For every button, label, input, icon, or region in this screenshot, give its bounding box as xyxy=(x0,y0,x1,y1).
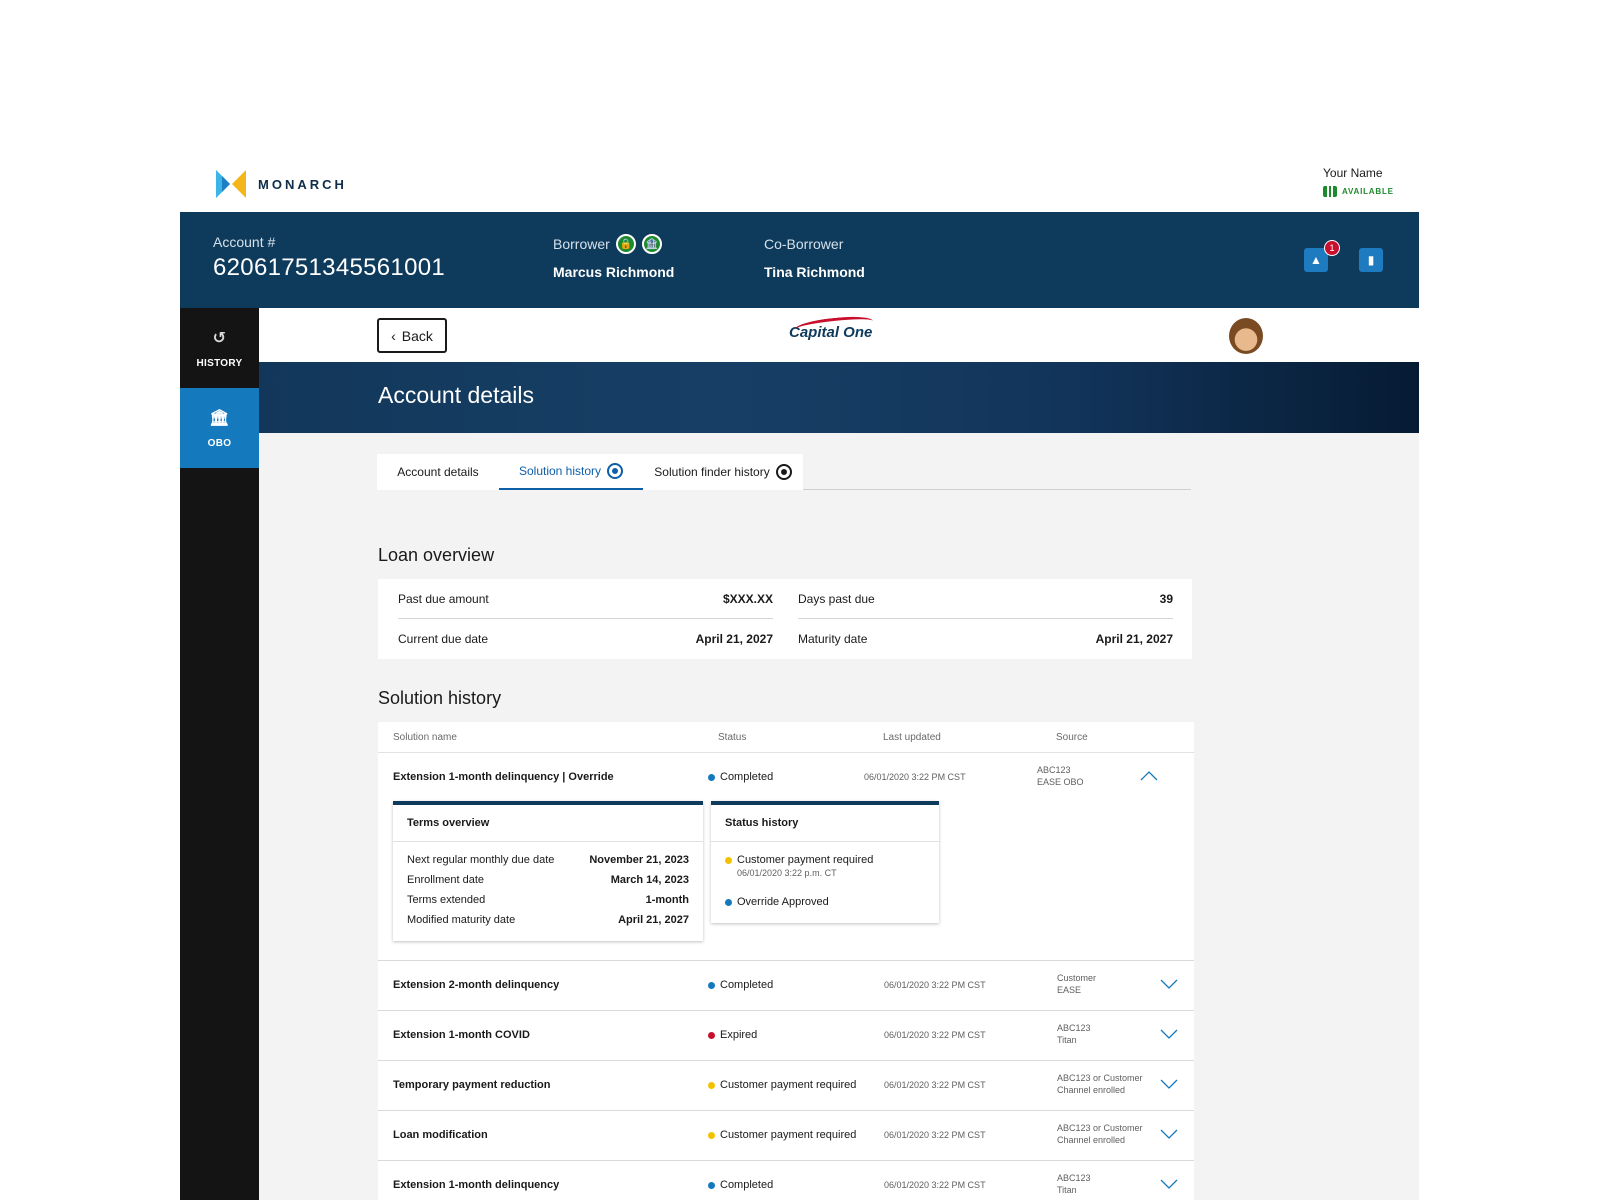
status-dot xyxy=(708,1181,715,1189)
chevron-down-icon[interactable] xyxy=(1160,1176,1178,1194)
status-history-title: Status history xyxy=(711,805,939,842)
status-dot xyxy=(725,898,732,906)
column-header: Status xyxy=(718,732,747,743)
status-dot xyxy=(708,773,715,781)
agent-icon xyxy=(775,464,792,480)
butterfly-logo-icon xyxy=(216,170,246,198)
coborrower-label: Co-Borrower xyxy=(764,236,844,252)
documents-button[interactable]: ▮ xyxy=(1359,248,1383,272)
borrower-label: Borrower xyxy=(553,236,610,252)
overview-row: Current due date April 21, 2027 xyxy=(398,632,773,646)
sidebar-item-label: HISTORY xyxy=(196,357,243,369)
chevron-left-icon: ‹ xyxy=(391,327,396,344)
top-strip: ‹ Back Capital One xyxy=(259,308,1419,362)
status-dot xyxy=(708,1031,715,1039)
table-row[interactable]: Extension 2-month delinquency Completed … xyxy=(378,960,1194,1010)
notifications-button[interactable]: ▲ 1 xyxy=(1304,240,1340,272)
column-header: Last updated xyxy=(883,732,941,743)
terms-overview-card: Terms overview Next regular monthly due … xyxy=(393,801,703,941)
avatar[interactable] xyxy=(1229,318,1263,354)
main-content: ‹ Back Capital One Account details Accou… xyxy=(259,308,1419,1200)
overview-row: Maturity date April 21, 2027 xyxy=(798,632,1173,646)
coborrower-name: Tina Richmond xyxy=(764,264,865,280)
status-dot xyxy=(708,1081,715,1089)
account-number: 62061751345561001 xyxy=(213,254,446,281)
page-title: Account details xyxy=(378,382,534,408)
status-dot xyxy=(708,1131,715,1139)
app-window: MONARCH Your Name AVAILABLE Account # 62… xyxy=(180,0,1419,1200)
notification-count-badge: 1 xyxy=(1324,240,1340,256)
brand-name: MONARCH xyxy=(258,176,347,192)
lock-icon[interactable]: 🔒 xyxy=(615,234,636,254)
status-history-item: Customer payment required 06/01/2020 3:2… xyxy=(711,854,939,878)
solution-name: Extension 1-month delinquency | Override xyxy=(393,771,614,783)
borrower-block: Borrower 🔒 🏦 Marcus Richmond xyxy=(553,234,674,280)
chevron-down-icon[interactable] xyxy=(1160,1076,1178,1094)
account-header: Account # 62061751345561001 Borrower 🔒 🏦… xyxy=(180,212,1419,308)
borrower-name: Marcus Richmond xyxy=(553,264,675,280)
account-label: Account # xyxy=(213,234,276,250)
user-status-menu[interactable]: Your Name AVAILABLE xyxy=(1323,166,1394,197)
history-icon: ↺ xyxy=(212,329,227,347)
back-label: Back xyxy=(401,327,433,344)
solution-history-title: Solution history xyxy=(378,688,502,708)
account-number-block: Account # 62061751345561001 xyxy=(213,234,445,282)
sidebar: ↺ HISTORY 🏛 OBO xyxy=(180,308,259,1200)
bank-icon[interactable]: 🏦 xyxy=(641,234,662,254)
chevron-down-icon[interactable] xyxy=(1160,1026,1178,1044)
terms-row: Modified maturity date April 21, 2027 xyxy=(407,914,689,926)
status-dot xyxy=(708,981,715,989)
terms-row: Terms extended 1-month xyxy=(407,894,689,906)
table-row[interactable]: Temporary payment reduction Customer pay… xyxy=(378,1060,1194,1110)
sidebar-item-obo[interactable]: 🏛 OBO xyxy=(180,388,259,468)
availability-status[interactable]: AVAILABLE xyxy=(1323,186,1394,197)
overview-row: Days past due 39 xyxy=(798,592,1173,606)
back-button[interactable]: ‹ Back xyxy=(377,318,447,353)
status-dot xyxy=(725,856,732,864)
loan-overview-title: Loan overview xyxy=(378,545,495,565)
tab-bar: Account details Solution history Solutio… xyxy=(377,454,1191,490)
briefcase-icon xyxy=(1323,186,1337,197)
document-icon: ▮ xyxy=(1367,253,1375,267)
chevron-up-icon[interactable] xyxy=(1140,768,1158,786)
terms-row: Enrollment date March 14, 2023 xyxy=(407,874,689,886)
chevron-down-icon[interactable] xyxy=(1160,976,1178,994)
chevron-down-icon[interactable] xyxy=(1160,1126,1178,1144)
overview-row: Past due amount $XXX.XX xyxy=(398,592,773,606)
solution-status: Completed xyxy=(708,771,773,783)
coborrower-block: Co-Borrower Tina Richmond xyxy=(764,234,865,280)
column-header: Solution name xyxy=(393,732,457,743)
capital-one-logo: Capital One xyxy=(789,313,874,341)
table-row[interactable]: Loan modification Customer payment requi… xyxy=(378,1110,1194,1160)
status-history-card: Status history Customer payment required… xyxy=(711,801,939,923)
sidebar-item-history[interactable]: ↺ HISTORY xyxy=(180,308,259,388)
table-row[interactable]: Extension 1-month COVID Expired 06/01/20… xyxy=(378,1010,1194,1060)
table-row[interactable]: Extension 1-month delinquency Completed … xyxy=(378,1160,1194,1200)
tab-solution-finder-history[interactable]: Solution finder history xyxy=(643,454,803,490)
bell-icon: ▲ xyxy=(1310,253,1322,267)
column-header: Source xyxy=(1056,732,1088,743)
last-updated: 06/01/2020 3:22 PM CST xyxy=(864,772,966,782)
tab-solution-history[interactable]: Solution history xyxy=(499,454,643,490)
tab-account-details[interactable]: Account details xyxy=(377,454,499,490)
terms-row: Next regular monthly due date November 2… xyxy=(407,854,689,866)
loan-overview-card: Past due amount $XXX.XX Days past due 39… xyxy=(378,579,1192,659)
solution-source: ABC123 EASE OBO xyxy=(1037,765,1084,787)
solution-history-table: Solution name Status Last updated Source… xyxy=(378,722,1194,1200)
bank-icon: 🏛 xyxy=(209,409,230,427)
monarch-logo[interactable]: MONARCH xyxy=(214,168,347,200)
brand-bar: MONARCH Your Name AVAILABLE xyxy=(180,150,1419,212)
page-hero: Account details xyxy=(259,362,1419,433)
availability-label: AVAILABLE xyxy=(1342,187,1394,196)
agent-icon xyxy=(607,463,624,479)
status-history-item: Override Approved xyxy=(711,896,939,908)
sidebar-item-label: OBO xyxy=(207,437,232,449)
terms-overview-title: Terms overview xyxy=(393,805,703,842)
table-row-expanded: Extension 1-month delinquency | Override… xyxy=(378,753,1194,959)
user-name: Your Name xyxy=(1323,166,1383,180)
